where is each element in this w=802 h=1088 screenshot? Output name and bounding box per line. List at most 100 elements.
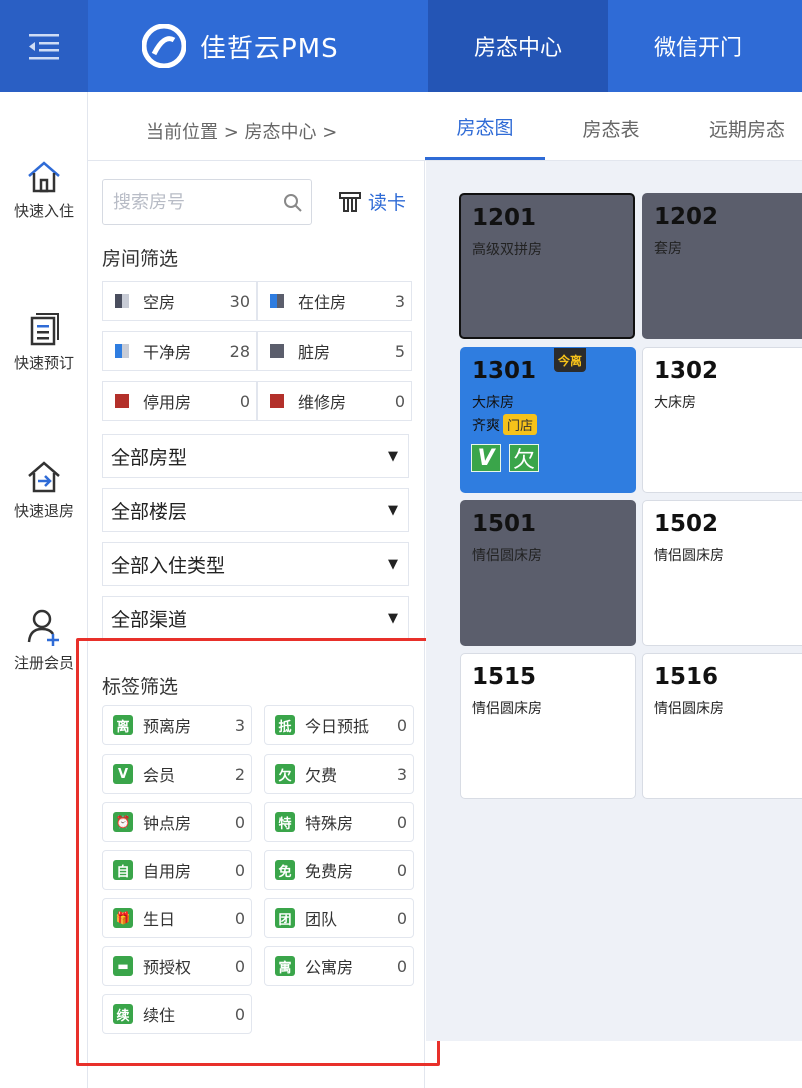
exit-home-icon [28, 461, 60, 493]
filter-count: 3 [394, 291, 405, 311]
select-value: 全部入住类型 [111, 554, 226, 577]
room-number: 1516 [654, 664, 719, 690]
filter-label: 空房 [143, 293, 176, 312]
disabled-swatch [115, 394, 129, 408]
room-type: 大床房 [654, 395, 696, 411]
quick-actions-rail: 快速入住 快速预订 快速退房 注册会员 [0, 92, 88, 1088]
caret-down-icon: ▼ [388, 556, 398, 572]
tab-room-map[interactable]: 房态图 [425, 96, 545, 160]
rail-item-label: 快速退房 [13, 502, 74, 520]
search-box [102, 179, 312, 225]
room-card-1501[interactable]: 1501 情侣圆床房 [460, 500, 636, 646]
top-bar: 佳哲云PMS 房态中心 微信开门 [0, 0, 802, 92]
channel-select[interactable]: 全部渠道 ▼ [102, 596, 409, 640]
room-card-1302[interactable]: 1302 大床房 [642, 347, 802, 493]
room-search-input[interactable] [103, 180, 273, 224]
room-type: 高级双拼房 [472, 242, 542, 258]
search-icon[interactable] [283, 193, 303, 213]
filter-vacant[interactable]: 空房 30 [102, 281, 257, 321]
departure-today-badge: 今离 [554, 348, 586, 372]
rail-item-register-member[interactable]: 注册会员 [0, 608, 88, 673]
vip-flag-icon: V [471, 444, 501, 472]
rail-item-label: 快速预订 [13, 354, 74, 372]
tab-room-table[interactable]: 房态表 [551, 96, 671, 160]
read-card-label: 读卡 [368, 192, 407, 214]
room-number: 1301 [472, 358, 537, 384]
arrears-flag-icon: 欠 [509, 444, 539, 473]
room-type: 情侣圆床房 [654, 548, 724, 564]
room-type: 情侣圆床房 [472, 701, 542, 717]
caret-down-icon: ▼ [388, 448, 398, 464]
filter-label: 停用房 [143, 393, 192, 412]
rail-item-quick-checkout[interactable]: 快速退房 [0, 460, 88, 521]
room-type: 大床房 [472, 395, 514, 411]
room-type-select[interactable]: 全部房型 ▼ [102, 434, 409, 478]
filter-maintenance[interactable]: 维修房 0 [257, 381, 412, 421]
nav-tab-room-status[interactable]: 房态中心 [428, 0, 608, 92]
room-type: 套房 [654, 241, 682, 257]
card-reader-icon [339, 191, 361, 212]
guest-info: 齐爽 门店 [472, 414, 538, 435]
room-type: 情侣圆床房 [654, 701, 724, 717]
room-card-1301[interactable]: 今离 1301 大床房 齐爽 门店 V 欠 [460, 347, 636, 493]
rail-item-label: 快速入住 [13, 202, 74, 220]
room-number: 1202 [654, 204, 719, 230]
filter-count: 5 [394, 341, 405, 361]
menu-collapse-icon [29, 34, 59, 60]
room-filter-title: 房间筛选 [102, 248, 179, 270]
filter-count: 0 [394, 391, 405, 411]
rail-item-quick-checkin[interactable]: 快速入住 [0, 160, 88, 221]
brand-logo-icon [142, 24, 186, 68]
highlight-annotation-box [76, 638, 440, 1066]
filter-occupied[interactable]: 在住房 3 [257, 281, 412, 321]
rail-item-quick-booking[interactable]: 快速预订 [0, 312, 88, 373]
filter-label: 脏房 [298, 343, 331, 362]
dirty-swatch [270, 344, 284, 358]
source-badge: 门店 [503, 414, 538, 435]
room-number: 1501 [472, 511, 537, 537]
filter-clean[interactable]: 干净房 28 [102, 331, 257, 371]
vacant-swatch [115, 294, 129, 308]
room-card-1516[interactable]: 1516 情侣圆床房 [642, 653, 802, 799]
filter-dirty[interactable]: 脏房 5 [257, 331, 412, 371]
clipboard-icon [30, 313, 59, 346]
menu-toggle-button[interactable] [0, 0, 88, 92]
caret-down-icon: ▼ [388, 610, 398, 626]
room-number: 1302 [654, 358, 719, 384]
add-user-icon [27, 609, 59, 646]
room-number: 1502 [654, 511, 719, 537]
filter-count: 28 [229, 341, 250, 361]
tab-future-status[interactable]: 远期房态 [687, 96, 802, 160]
filter-label: 在住房 [298, 293, 347, 312]
room-card-1202[interactable]: 1202 套房 [642, 193, 802, 339]
clean-swatch [115, 344, 129, 358]
guest-name: 齐爽 [472, 417, 500, 434]
room-number: 1515 [472, 664, 537, 690]
room-card-1201[interactable]: 1201 高级双拼房 [459, 193, 635, 339]
select-value: 全部楼层 [111, 500, 188, 523]
rail-item-label: 注册会员 [13, 654, 74, 672]
maintenance-swatch [270, 394, 284, 408]
room-card-1502[interactable]: 1502 情侣圆床房 [642, 500, 802, 646]
caret-down-icon: ▼ [388, 502, 398, 518]
home-icon [28, 161, 60, 193]
select-value: 全部渠道 [111, 608, 188, 631]
select-value: 全部房型 [111, 446, 188, 469]
room-type: 情侣圆床房 [472, 548, 542, 564]
filter-label: 维修房 [298, 393, 347, 412]
filter-disabled[interactable]: 停用房 0 [102, 381, 257, 421]
nav-tab-wechat-door[interactable]: 微信开门 [608, 0, 788, 92]
floor-select[interactable]: 全部楼层 ▼ [102, 488, 409, 532]
filter-label: 干净房 [143, 343, 192, 362]
room-number: 1201 [472, 205, 537, 231]
breadcrumb: 当前位置 > 房态中心 > [146, 122, 338, 143]
filter-count: 0 [239, 391, 250, 411]
brand: 佳哲云PMS [142, 24, 339, 68]
checkin-type-select[interactable]: 全部入住类型 ▼ [102, 542, 409, 586]
filter-count: 30 [229, 291, 250, 311]
room-flags: V 欠 [471, 444, 547, 473]
occupied-swatch [270, 294, 284, 308]
read-card-button[interactable]: 读卡 [338, 188, 406, 215]
room-card-1515[interactable]: 1515 情侣圆床房 [460, 653, 636, 799]
brand-name: 佳哲云PMS [200, 33, 339, 64]
